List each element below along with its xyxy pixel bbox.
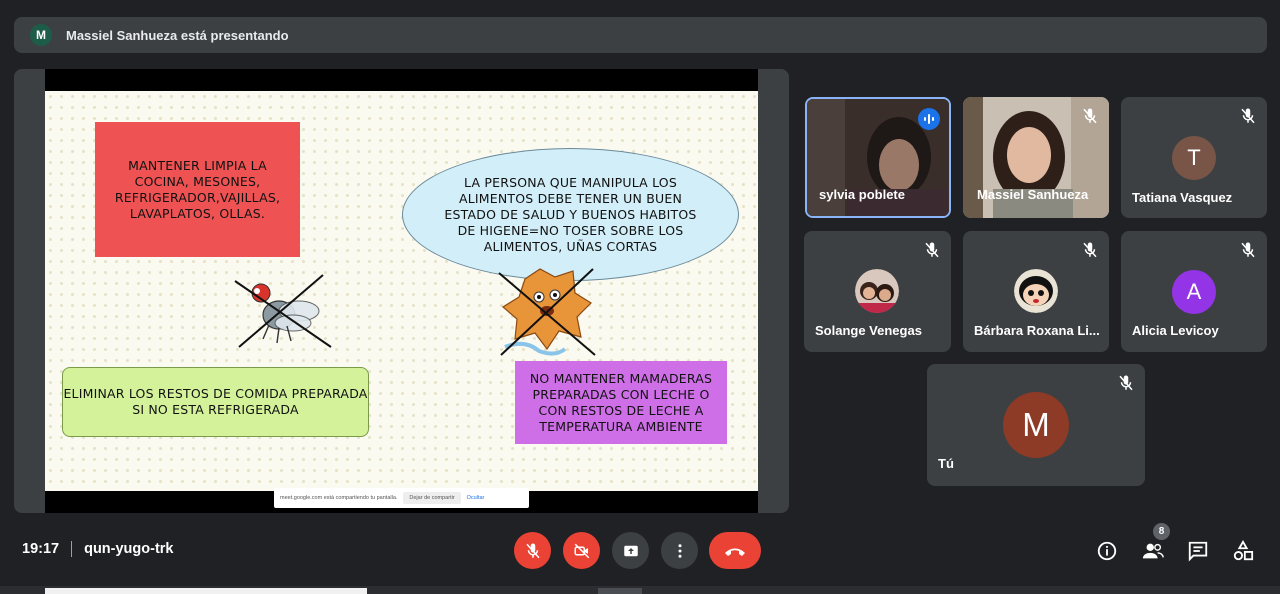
mic-off-icon — [1083, 108, 1097, 124]
present-now-button[interactable] — [612, 532, 649, 569]
activities-button[interactable] — [1231, 539, 1255, 563]
slide-green-box: ELIMINAR LOS RESTOS DE COMIDA PREPARADA … — [62, 367, 369, 437]
participant-name: Massiel Sanhueza — [977, 187, 1089, 202]
chat-button[interactable] — [1186, 539, 1210, 563]
camera-toggle-button[interactable] — [563, 532, 600, 569]
screen-share-notice: meet.google.com está compartiendo tu pan… — [274, 488, 529, 508]
speaking-indicator-icon — [918, 108, 940, 130]
participant-photo — [1014, 269, 1058, 313]
divider — [71, 541, 73, 557]
hide-notice-button[interactable]: Ocultar — [467, 495, 485, 501]
participant-tile-barbara[interactable]: Bárbara Roxana Li... — [963, 231, 1109, 352]
slide-red-box: MANTENER LIMPIA LA COCINA, MESONES, REFR… — [95, 122, 300, 257]
presenter-text: Massiel Sanhueza está presentando — [66, 27, 289, 43]
mic-off-icon — [1241, 242, 1255, 258]
meeting-info: 19:17 qun-yugo-trk — [22, 541, 174, 557]
participant-photo — [855, 269, 899, 313]
taskbar-edge — [0, 586, 1280, 594]
slide-purple-text: NO MANTENER MAMADERAS PREPARADAS CON LEC… — [529, 370, 713, 434]
slide-purple-box: NO MANTENER MAMADERAS PREPARADAS CON LEC… — [515, 361, 727, 444]
participant-name: Solange Venegas — [815, 323, 922, 338]
mic-toggle-button[interactable] — [514, 532, 551, 569]
participant-name: Tatiana Vasquez — [1132, 190, 1233, 205]
leave-call-button[interactable] — [709, 532, 761, 569]
presenter-banner: M Massiel Sanhueza está presentando — [14, 17, 1267, 53]
camera-off-icon — [574, 543, 589, 558]
meeting-details-button[interactable] — [1095, 539, 1119, 563]
chat-icon — [1188, 541, 1208, 562]
participant-name: Alicia Levicoy — [1132, 323, 1219, 338]
mic-off-icon — [1119, 375, 1133, 391]
germ-crossed-icon — [498, 268, 596, 356]
participant-name: sylvia poblete — [819, 187, 905, 202]
share-notice-text: meet.google.com está compartiendo tu pan… — [280, 495, 398, 501]
info-icon — [1097, 541, 1117, 561]
slide-green-text: ELIMINAR LOS RESTOS DE COMIDA PREPARADA … — [63, 386, 368, 417]
mic-off-icon — [1083, 242, 1097, 258]
people-icon — [1142, 543, 1164, 559]
more-options-button[interactable] — [661, 532, 698, 569]
participant-tile-alicia[interactable]: A Alicia Levicoy — [1121, 231, 1267, 352]
slide-bubble-text: LA PERSONA QUE MANIPULA LOS ALIMENTOS DE… — [444, 174, 697, 254]
meeting-code: qun-yugo-trk — [84, 541, 174, 557]
participant-avatar: M — [1003, 392, 1069, 458]
mic-off-icon — [525, 543, 540, 558]
presenter-avatar: M — [30, 24, 52, 46]
people-button[interactable] — [1141, 539, 1165, 563]
more-vert-icon — [678, 543, 681, 558]
participant-tile-tatiana[interactable]: T Tatiana Vasquez — [1121, 97, 1267, 218]
participant-name: Tú — [938, 456, 954, 471]
participant-tile-sylvia[interactable]: sylvia poblete — [805, 97, 951, 218]
clock: 19:17 — [22, 541, 60, 557]
end-call-icon — [725, 548, 745, 556]
participant-tile-massiel[interactable]: Massiel Sanhueza — [963, 97, 1109, 218]
people-count-badge: 8 — [1153, 523, 1170, 540]
participant-avatar: T — [1172, 136, 1216, 180]
stop-sharing-button[interactable]: Dejar de compartir — [403, 492, 461, 504]
slide-red-text: MANTENER LIMPIA LA COCINA, MESONES, REFR… — [114, 157, 281, 221]
mic-off-icon — [925, 242, 939, 258]
shared-screen[interactable]: MANTENER LIMPIA LA COCINA, MESONES, REFR… — [45, 69, 758, 513]
activities-icon — [1233, 540, 1254, 561]
participant-tile-solange[interactable]: Solange Venegas — [804, 231, 951, 352]
present-screen-icon — [623, 545, 638, 556]
participant-name: Bárbara Roxana Li... — [974, 323, 1100, 338]
participant-avatar: A — [1172, 270, 1216, 314]
slide: MANTENER LIMPIA LA COCINA, MESONES, REFR… — [45, 91, 758, 491]
mic-off-icon — [1241, 108, 1255, 124]
fly-crossed-icon — [234, 274, 332, 348]
participant-tile-self[interactable]: M Tú — [927, 364, 1145, 486]
